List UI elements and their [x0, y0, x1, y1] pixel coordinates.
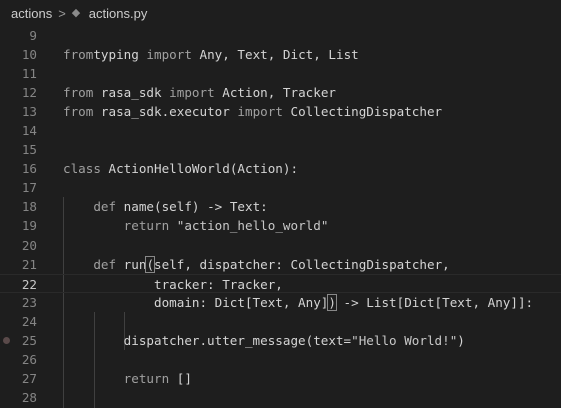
- code-line[interactable]: 23 domain: Dict[Text, Any]) -> List[Dict…: [0, 293, 561, 312]
- code-token: -> List[Dict[Text, Any]]:: [335, 294, 534, 310]
- code-line[interactable]: 21 def run(self, dispatcher: CollectingD…: [0, 255, 561, 274]
- code-token: dispatcher.utter_message(text=: [63, 332, 352, 348]
- code-text: from rasa_sdk import Action, Tracker: [63, 83, 336, 102]
- code-text: class ActionHelloWorld(Action):: [63, 159, 298, 178]
- code-token: domain: Dict[Text, Any]: [63, 294, 329, 310]
- line-number: 21: [21, 256, 37, 272]
- code-line[interactable]: 19 return "action_hello_world": [0, 216, 561, 235]
- code-text: fromtyping import Any, Text, Dict, List: [63, 45, 359, 64]
- code-line[interactable]: 27 return []: [0, 369, 561, 388]
- python-file-icon: ◆: [71, 6, 81, 19]
- line-number: 24: [21, 313, 37, 329]
- breadcrumb: actions > ◆ actions.py: [0, 0, 561, 26]
- code-editor[interactable]: 9 10 fromtyping import Any, Text, Dict, Li…: [0, 26, 561, 408]
- code-token: Action, Tracker: [214, 85, 336, 101]
- code-line[interactable]: 17: [0, 178, 561, 197]
- code-token: name(self) -> Text:: [116, 199, 268, 215]
- line-number: 17: [21, 180, 37, 196]
- code-line[interactable]: 15: [0, 140, 561, 159]
- code-text: from rasa_sdk.executor import Collecting…: [63, 102, 442, 121]
- code-line[interactable]: 28: [0, 388, 561, 407]
- line-number: 16: [21, 161, 37, 177]
- breadcrumb-separator: >: [58, 5, 66, 21]
- code-text: domain: Dict[Text, Any]) -> List[Dict[Te…: [63, 293, 533, 312]
- line-number: 22: [21, 276, 37, 292]
- matched-bracket: ): [327, 293, 337, 311]
- code-line[interactable]: 26: [0, 350, 561, 369]
- breadcrumb-folder[interactable]: actions: [11, 6, 52, 21]
- code-line[interactable]: 20: [0, 236, 561, 255]
- string-token: "Hello World!": [351, 332, 458, 348]
- line-number: 18: [21, 199, 37, 215]
- string-token: "action_hello_world": [169, 218, 329, 234]
- code-text: dispatcher.utter_message(text="Hello Wor…: [63, 331, 465, 350]
- code-line[interactable]: 11: [0, 64, 561, 83]
- code-line[interactable]: 16 class ActionHelloWorld(Action):: [0, 159, 561, 178]
- line-number: 14: [21, 123, 37, 139]
- line-number: 11: [21, 66, 37, 82]
- keyword-token: def: [93, 256, 117, 272]
- code-text: def name(self) -> Text:: [63, 197, 268, 216]
- code-token: ): [457, 332, 465, 348]
- line-number: 12: [21, 85, 37, 101]
- line-number: 15: [21, 142, 37, 158]
- code-token: self, dispatcher: CollectingDispatcher,: [154, 256, 450, 272]
- line-number: 13: [21, 104, 37, 120]
- code-token: Any, Text, Dict, List: [191, 47, 359, 63]
- breadcrumb-file[interactable]: actions.py: [89, 6, 148, 21]
- keyword-token: def: [93, 199, 117, 215]
- code-line[interactable]: 14: [0, 121, 561, 140]
- code-line[interactable]: 24: [0, 312, 561, 331]
- line-number: 27: [21, 370, 37, 386]
- code-line[interactable]: 12 from rasa_sdk import Action, Tracker: [0, 83, 561, 102]
- code-token: CollectingDispatcher: [282, 104, 443, 120]
- code-line[interactable]: 25 dispatcher.utter_message(text="Hello …: [0, 331, 561, 350]
- line-number: 10: [21, 47, 37, 63]
- keyword-token: from: [63, 47, 94, 63]
- keyword-token: import: [237, 104, 283, 120]
- line-number: 23: [21, 294, 37, 310]
- keyword-token: import: [169, 85, 215, 101]
- keyword-token: return: [123, 218, 170, 234]
- code-line[interactable]: 9: [0, 26, 561, 45]
- code-token: rasa_sdk: [93, 85, 170, 101]
- code-token: run: [116, 256, 147, 272]
- line-number: 20: [21, 237, 37, 253]
- line-number: 19: [21, 218, 37, 234]
- code-token: tracker: Tracker,: [63, 276, 283, 292]
- keyword-token: return: [123, 370, 170, 386]
- keyword-token: class: [63, 161, 101, 177]
- code-token: rasa_sdk.executor: [93, 104, 238, 120]
- code-token: []: [169, 370, 192, 386]
- code-text: def run(self, dispatcher: CollectingDisp…: [63, 255, 450, 274]
- keyword-token: import: [146, 47, 192, 63]
- code-text: return []: [63, 369, 192, 388]
- line-number: 28: [21, 389, 37, 405]
- code-text: return "action_hello_world": [63, 216, 329, 235]
- code-line[interactable]: 22 tracker: Tracker,: [0, 273, 561, 294]
- code-line[interactable]: 18 def name(self) -> Text:: [0, 197, 561, 216]
- line-number: 26: [21, 351, 37, 367]
- code-line[interactable]: 13 from rasa_sdk.executor import Collecti…: [0, 102, 561, 121]
- keyword-token: from: [63, 85, 94, 101]
- code-line[interactable]: 10 fromtyping import Any, Text, Dict, Lis…: [0, 45, 561, 64]
- line-number: 9: [29, 28, 37, 43]
- matched-bracket: (: [145, 255, 155, 273]
- keyword-token: from: [63, 104, 94, 120]
- code-token: typing: [93, 47, 147, 63]
- code-token: ActionHelloWorld(Action):: [100, 161, 299, 177]
- line-number: 25: [21, 332, 37, 348]
- code-text: tracker: Tracker,: [63, 275, 283, 294]
